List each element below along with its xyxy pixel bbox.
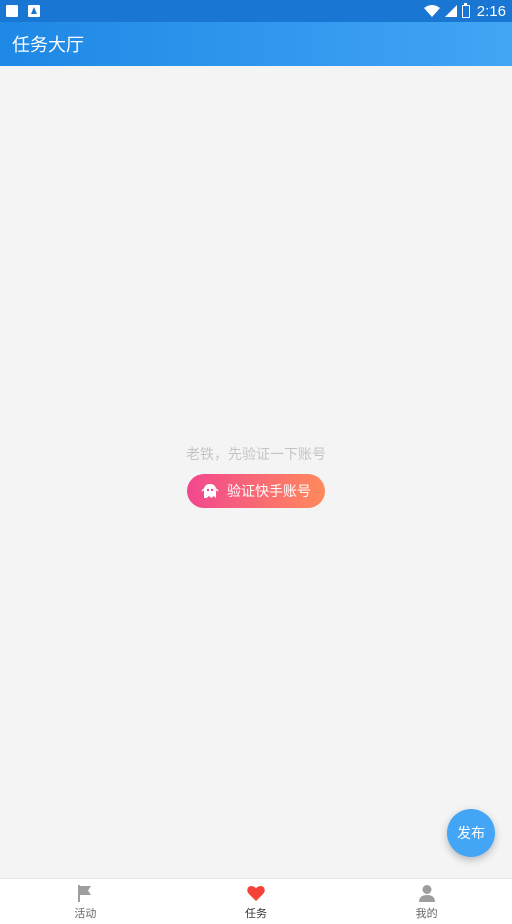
ghost-icon xyxy=(201,484,219,498)
page-title: 任务大厅 xyxy=(12,35,84,56)
verify-hint-text: 老铁，先验证一下账号 xyxy=(186,447,326,463)
publish-fab-button[interactable]: 发布 xyxy=(447,809,495,857)
bottom-nav: 活动 任务 我的 xyxy=(0,878,512,924)
nav-label-activity: 活动 xyxy=(74,906,97,920)
nav-item-activity[interactable]: 活动 xyxy=(0,879,171,924)
notification-square-icon xyxy=(6,5,18,17)
app-bar: 任务大厅 xyxy=(0,22,512,66)
person-icon xyxy=(418,884,435,902)
battery-icon xyxy=(461,2,470,18)
verify-account-button[interactable]: 验证快手账号 xyxy=(187,474,325,508)
nav-item-mine[interactable]: 我的 xyxy=(341,879,512,924)
wifi-icon xyxy=(423,5,440,17)
empty-state: 老铁，先验证一下账号 验证快手账号 xyxy=(0,440,512,508)
status-bar: 2:16 xyxy=(0,0,512,22)
nav-label-mine: 我的 xyxy=(415,906,438,920)
verify-button-label: 验证快手账号 xyxy=(227,484,311,500)
signal-icon xyxy=(444,5,457,17)
status-time: 2:16 xyxy=(476,2,506,20)
flag-icon xyxy=(78,884,92,902)
nav-label-tasks: 任务 xyxy=(245,906,267,920)
notification-app-icon xyxy=(28,5,40,17)
publish-label: 发布 xyxy=(457,826,485,842)
heart-icon xyxy=(247,885,265,901)
nav-item-tasks[interactable]: 任务 xyxy=(171,879,342,924)
